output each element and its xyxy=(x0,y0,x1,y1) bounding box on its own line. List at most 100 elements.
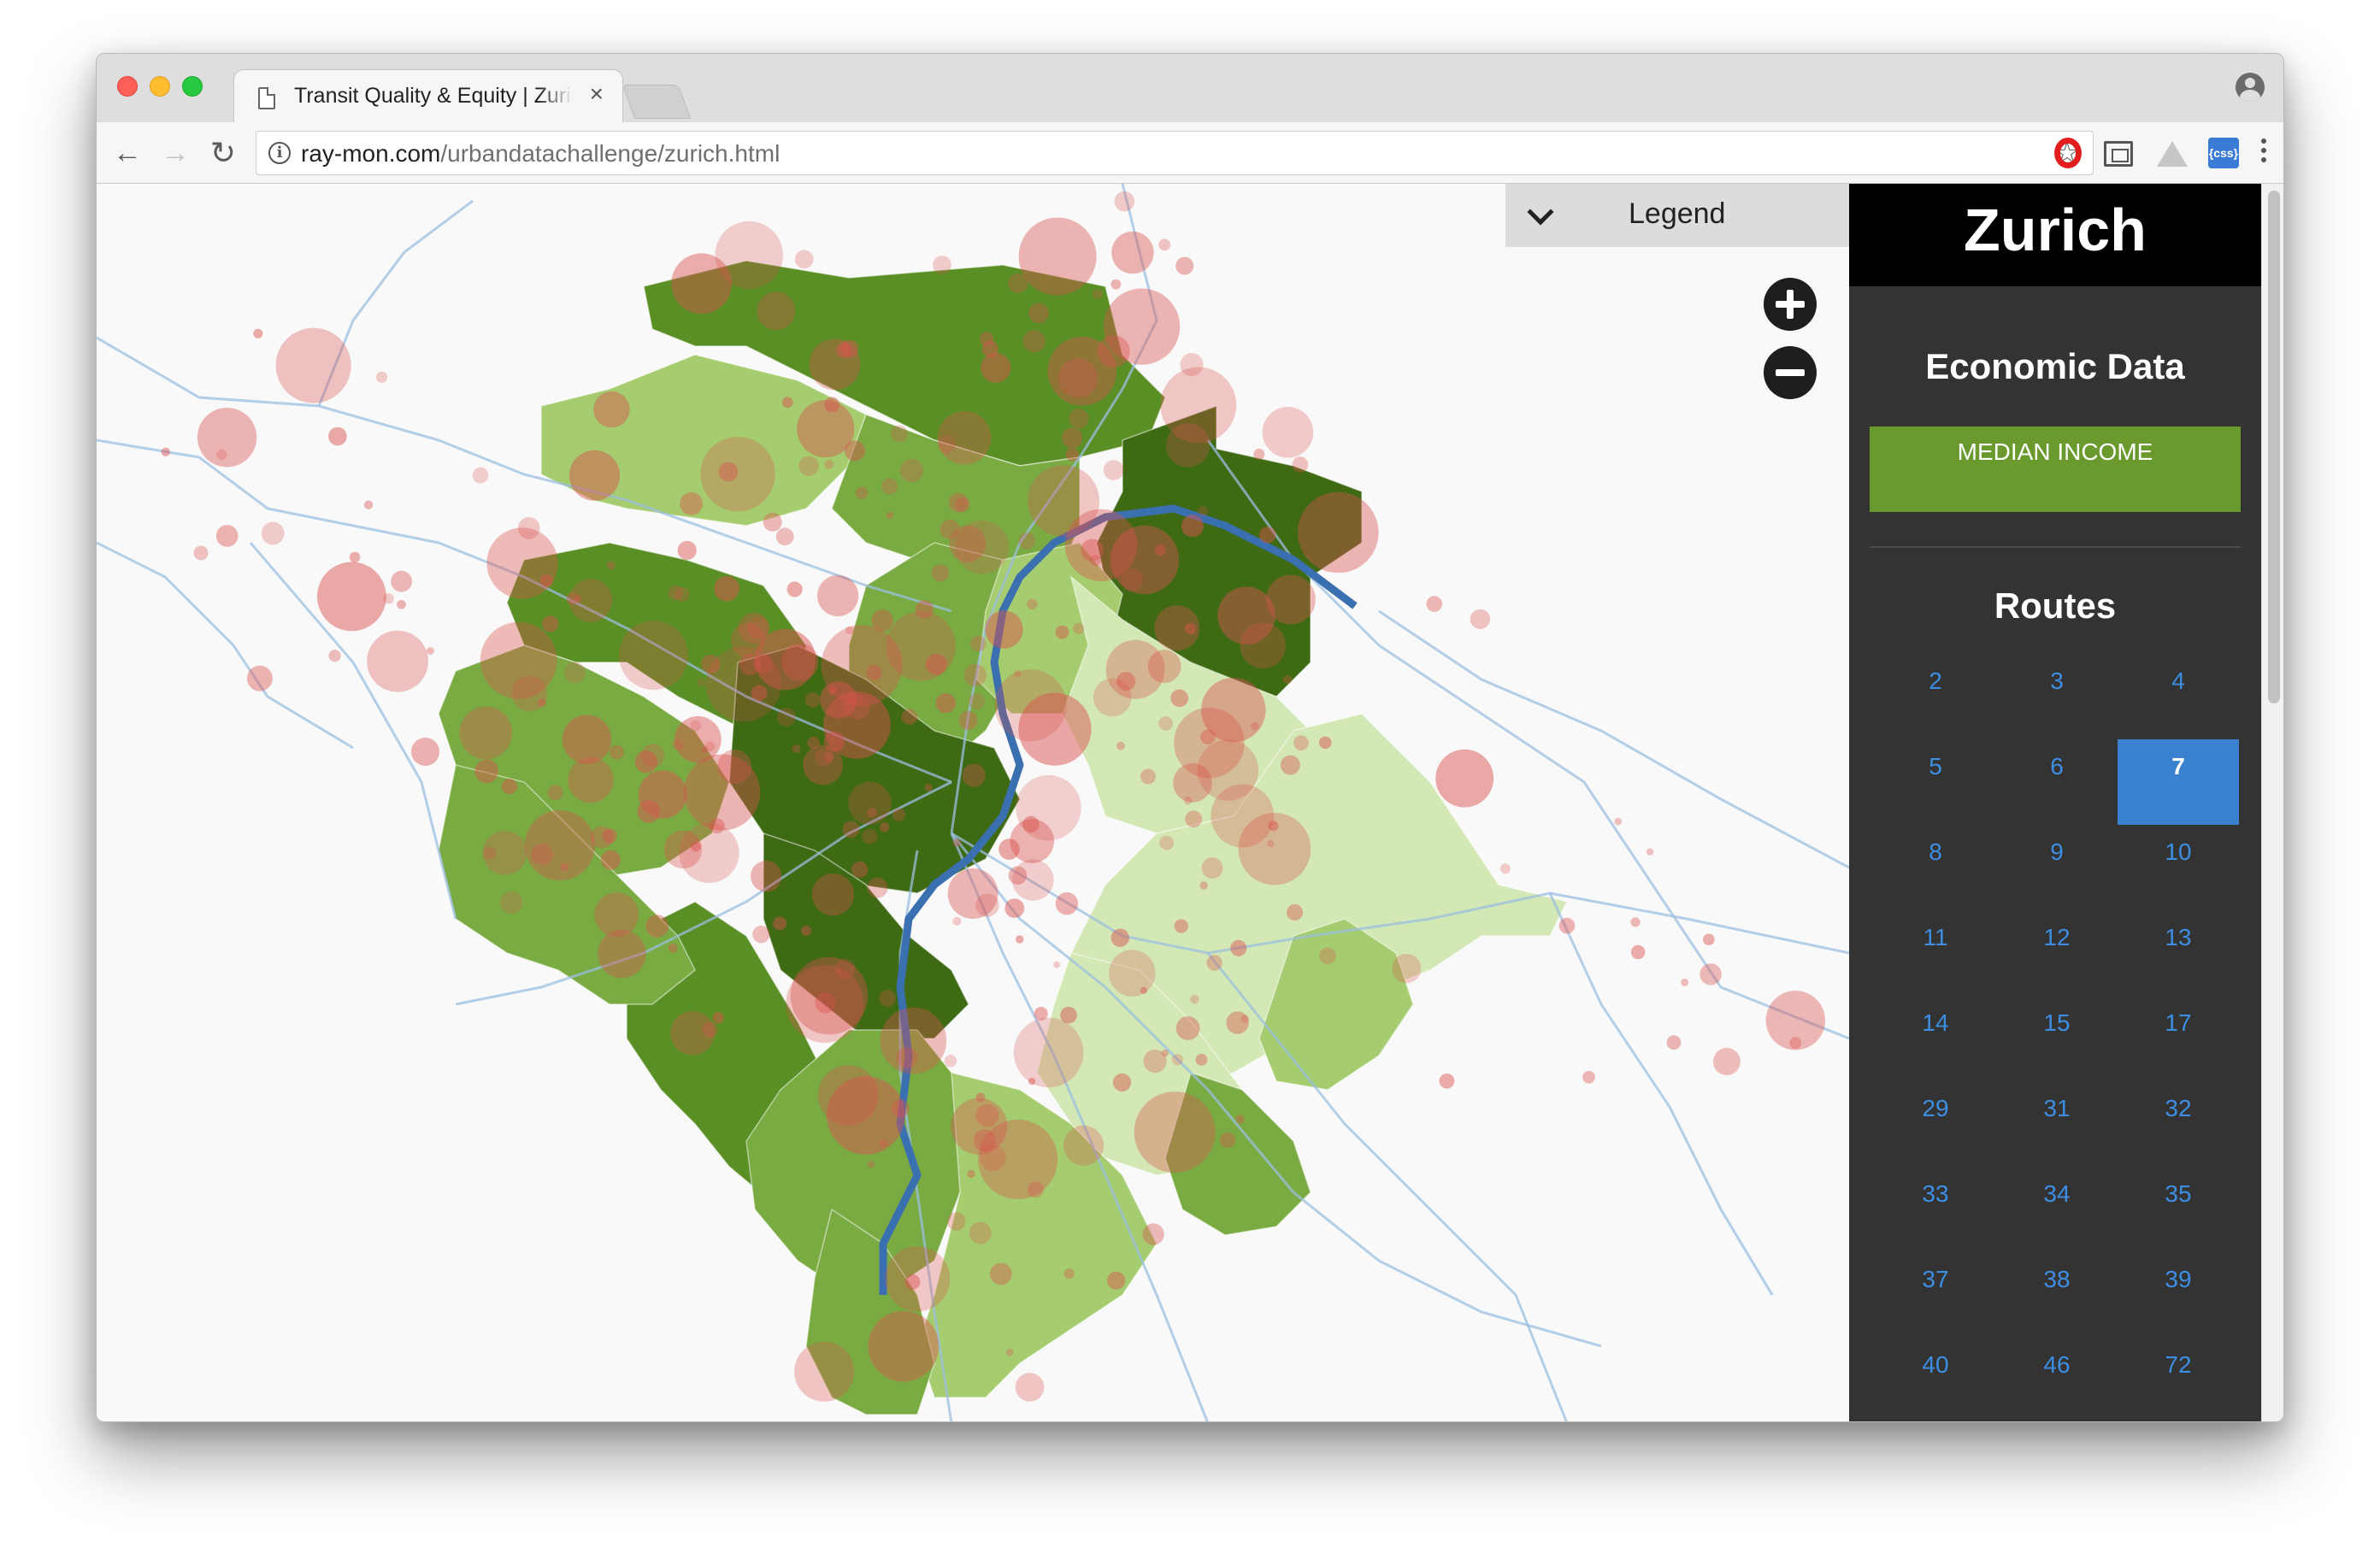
transit-stop-61[interactable] xyxy=(815,992,836,1014)
transit-stop-250[interactable] xyxy=(482,831,527,875)
transit-stop-292[interactable] xyxy=(1681,978,1689,986)
transit-stop-75[interactable] xyxy=(609,744,625,760)
transit-stop-220[interactable] xyxy=(1063,1125,1104,1166)
transit-stop-275[interactable] xyxy=(246,665,273,691)
transit-stop-148[interactable] xyxy=(824,751,834,762)
route-34[interactable]: 34 xyxy=(1996,1167,2118,1252)
transit-stop-256[interactable] xyxy=(1319,736,1332,750)
transit-stop-163[interactable] xyxy=(981,340,999,357)
transit-stop-322[interactable] xyxy=(990,1262,1012,1285)
maximize-window-button[interactable] xyxy=(182,76,203,97)
transit-stop-280[interactable] xyxy=(967,1169,975,1179)
transit-stop-271[interactable] xyxy=(486,527,558,599)
drive-icon[interactable] xyxy=(2157,141,2188,167)
transit-stop-171[interactable] xyxy=(1253,448,1265,460)
transit-stop-21[interactable] xyxy=(1112,1073,1132,1091)
transit-stop-113[interactable] xyxy=(677,540,697,560)
transit-stop-156[interactable] xyxy=(671,253,732,315)
transit-stop-82[interactable] xyxy=(969,693,986,710)
transit-stop-23[interactable] xyxy=(1201,857,1223,879)
transit-stop-168[interactable] xyxy=(955,520,1010,574)
transit-stop-307[interactable] xyxy=(216,449,227,461)
transit-stop-20[interactable] xyxy=(1171,1054,1183,1066)
transit-stop-41[interactable] xyxy=(879,822,890,832)
route-33[interactable]: 33 xyxy=(1875,1167,1996,1252)
transit-stop-146[interactable] xyxy=(757,291,796,331)
transit-stop-161[interactable] xyxy=(871,609,893,632)
transit-stop-188[interactable] xyxy=(1103,460,1124,480)
tab-close-icon[interactable]: × xyxy=(590,82,604,106)
transit-stop-151[interactable] xyxy=(1022,329,1046,353)
transit-stop-259[interactable] xyxy=(1293,735,1309,751)
transit-stop-28[interactable] xyxy=(645,915,669,938)
transit-stop-77[interactable] xyxy=(752,926,770,944)
route-11[interactable]: 11 xyxy=(1875,910,1996,996)
route-17[interactable]: 17 xyxy=(2118,996,2239,1081)
transit-stop-314[interactable] xyxy=(1111,231,1154,274)
transit-stop-178[interactable] xyxy=(955,497,970,513)
transit-stop-260[interactable] xyxy=(1435,749,1494,808)
route-12[interactable]: 12 xyxy=(1996,910,2118,996)
transit-stop-141[interactable] xyxy=(899,458,924,483)
transit-stop-226[interactable] xyxy=(511,675,548,712)
menu-icon[interactable] xyxy=(2259,136,2268,170)
transit-stop-155[interactable] xyxy=(970,635,987,651)
transit-stop-150[interactable] xyxy=(937,434,957,454)
transit-stop-192[interactable] xyxy=(1064,509,1138,581)
transit-stop-283[interactable] xyxy=(891,1099,910,1118)
transit-stop-7[interactable] xyxy=(975,1092,986,1103)
route-5[interactable]: 5 xyxy=(1875,739,1996,825)
transit-stop-330[interactable] xyxy=(1703,933,1715,945)
route-7[interactable]: 7 xyxy=(2118,739,2239,825)
transit-stop-46[interactable] xyxy=(1230,939,1247,956)
transit-stop-5[interactable] xyxy=(598,929,646,979)
transit-stop-99[interactable] xyxy=(867,877,888,898)
transit-stop-308[interactable] xyxy=(261,521,285,545)
transit-stop-209[interactable] xyxy=(947,868,999,919)
transit-stop-102[interactable] xyxy=(763,512,782,532)
route-35[interactable]: 35 xyxy=(2118,1167,2239,1252)
transit-stop-140[interactable] xyxy=(680,492,703,515)
transit-stop-274[interactable] xyxy=(349,551,361,563)
transit-stop-128[interactable] xyxy=(775,527,794,546)
transit-stop-180[interactable] xyxy=(1262,407,1314,458)
transit-stop-44[interactable] xyxy=(1147,650,1181,684)
transit-stop-310[interactable] xyxy=(1114,191,1135,212)
route-8[interactable]: 8 xyxy=(1875,825,1996,910)
transit-stop-135[interactable] xyxy=(794,250,814,269)
transit-stop-233[interactable] xyxy=(691,841,701,852)
transit-stop-86[interactable] xyxy=(524,809,595,881)
url-text[interactable]: ray-mon.com/urbandatachallenge/zurich.ht… xyxy=(301,140,780,168)
route-72[interactable]: 72 xyxy=(2118,1338,2239,1421)
back-icon[interactable]: ← xyxy=(109,134,146,172)
transit-stop-329[interactable] xyxy=(1789,1037,1802,1050)
transit-stop-306[interactable] xyxy=(376,371,388,383)
transit-stop-324[interactable] xyxy=(1005,1348,1014,1356)
transit-stop-166[interactable] xyxy=(797,400,855,458)
css-icon[interactable]: {css} xyxy=(2208,138,2239,168)
transit-stop-262[interactable] xyxy=(1426,596,1443,612)
transit-stop-293[interactable] xyxy=(1499,863,1511,874)
transit-stop-17[interactable] xyxy=(712,1012,724,1024)
transit-stop-289[interactable] xyxy=(1027,1181,1044,1198)
transit-stop-64[interactable] xyxy=(697,678,706,687)
transit-stop-257[interactable] xyxy=(1470,609,1491,630)
route-10[interactable]: 10 xyxy=(2118,825,2239,910)
transit-stop-144[interactable] xyxy=(804,692,821,708)
transit-stop-84[interactable] xyxy=(1027,598,1038,610)
address-bar[interactable]: i ray-mon.com/urbandatachallenge/zurich.… xyxy=(256,131,2094,175)
transit-stop-202[interactable] xyxy=(1190,994,1199,1004)
transit-stop-242[interactable] xyxy=(501,779,518,795)
transit-stop-30[interactable] xyxy=(1012,859,1054,901)
transit-stop-43[interactable] xyxy=(670,1011,715,1056)
transit-stop-1[interactable] xyxy=(842,821,860,838)
transit-stop-157[interactable] xyxy=(824,460,834,469)
transit-stop-290[interactable] xyxy=(1015,935,1024,944)
transit-stop-239[interactable] xyxy=(562,715,612,764)
route-37[interactable]: 37 xyxy=(1875,1252,1996,1338)
transit-stop-315[interactable] xyxy=(1093,289,1103,299)
transit-stop-203[interactable] xyxy=(1220,1132,1235,1148)
transit-stop-200[interactable] xyxy=(1286,903,1304,921)
route-39[interactable]: 39 xyxy=(2118,1252,2239,1338)
transit-stop-130[interactable] xyxy=(933,256,951,274)
